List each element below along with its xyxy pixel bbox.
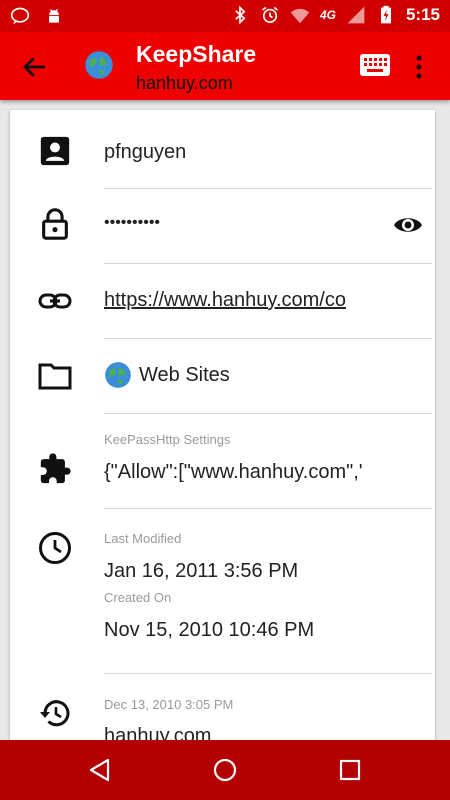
password-value[interactable]: •••••••••• — [104, 214, 160, 232]
globe-icon — [85, 51, 113, 79]
network-type: 4G — [319, 8, 336, 22]
person-icon — [40, 136, 70, 166]
last-modified-label: Last Modified — [104, 531, 182, 546]
app-subtitle: hanhuy.com — [136, 73, 233, 93]
status-bar: 4G 5:15 — [0, 0, 450, 32]
keepass-settings-value[interactable]: {"Allow":["www.hanhuy.com",' — [104, 461, 363, 484]
history-icon — [40, 700, 70, 727]
url-row[interactable]: https://www.hanhuy.com/co — [10, 264, 435, 339]
group-row[interactable]: Web Sites — [10, 339, 435, 414]
created-on-value: Nov 15, 2010 10:46 PM — [104, 619, 315, 641]
created-on-label: Created On — [104, 590, 172, 605]
globe-icon — [105, 362, 131, 388]
back-arrow-icon[interactable] — [20, 52, 50, 82]
nav-recents-icon[interactable] — [336, 756, 364, 784]
overflow-menu-icon[interactable] — [412, 52, 426, 82]
battery-charging-icon — [380, 5, 391, 24]
bluetooth-icon — [235, 5, 246, 25]
clock-icon — [39, 532, 71, 564]
keyboard-icon[interactable] — [360, 54, 390, 76]
dates-row: Last Modified Jan 16, 2011 3:56 PM Creat… — [10, 509, 435, 674]
group-name[interactable]: Web Sites — [139, 364, 230, 387]
app-bar: KeepShare hanhuy.com — [0, 32, 450, 100]
system-icons: 4G 5:15 — [230, 5, 440, 25]
keepass-settings-label: KeePassHttp Settings — [104, 432, 231, 447]
navigation-bar — [0, 740, 450, 800]
wifi-icon — [290, 8, 310, 24]
last-modified-value: Jan 16, 2011 3:56 PM — [104, 560, 299, 582]
password-row[interactable]: •••••••••• — [10, 189, 435, 264]
link-icon — [38, 293, 72, 309]
signal-icon — [347, 6, 365, 24]
nav-back-icon[interactable] — [86, 756, 114, 784]
notification-icons — [10, 6, 64, 26]
history-row[interactable]: Dec 13, 2010 3:05 PM hanhuy.com — [10, 674, 435, 750]
app-title: KeepShare — [136, 41, 257, 67]
history-date-label: Dec 13, 2010 3:05 PM — [104, 697, 234, 712]
nav-home-icon[interactable] — [211, 756, 239, 784]
chat-bubble-icon — [10, 7, 30, 25]
url-link[interactable]: https://www.hanhuy.com/co — [104, 289, 346, 312]
android-icon — [49, 9, 59, 23]
alarm-icon — [261, 6, 278, 23]
username-row[interactable]: pfnguyen — [10, 110, 435, 188]
keepass-settings-row[interactable]: KeePassHttp Settings {"Allow":["www.hanh… — [10, 414, 435, 509]
username-value[interactable]: pfnguyen — [104, 141, 186, 164]
folder-icon — [38, 363, 72, 390]
lock-icon — [42, 208, 68, 240]
show-password-eye-icon[interactable] — [393, 213, 423, 237]
puzzle-piece-icon — [40, 453, 71, 484]
clock: 5:15 — [405, 5, 440, 24]
entry-card: pfnguyen •••••••••• https://www.hanhuy.c… — [10, 110, 435, 750]
